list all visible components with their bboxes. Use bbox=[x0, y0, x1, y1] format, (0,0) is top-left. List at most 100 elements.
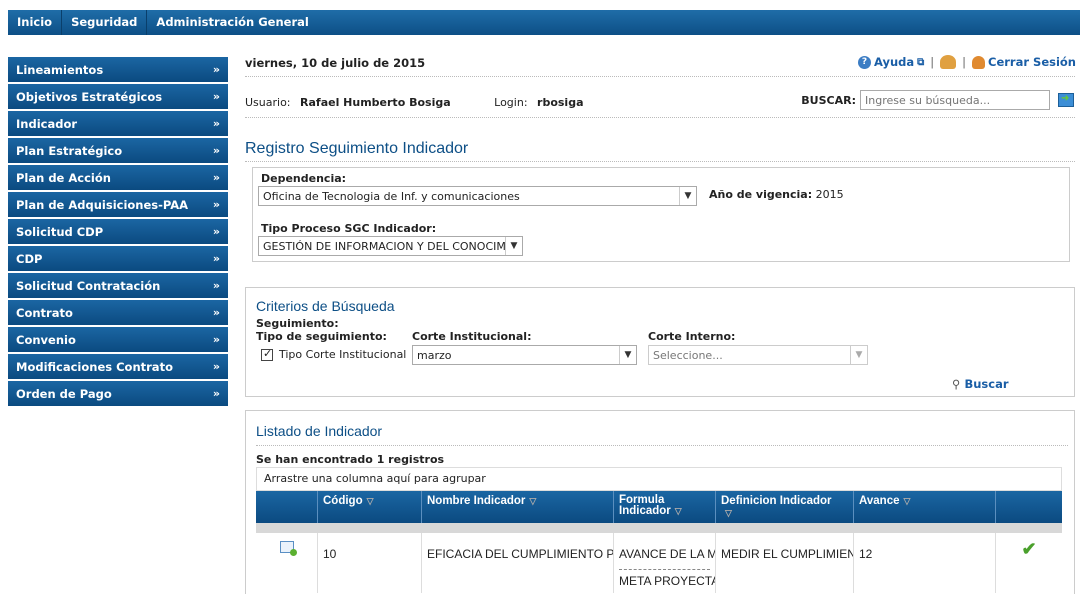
grid-cell-formula: AVANCE DE LA M META PROYECTA bbox=[614, 533, 716, 593]
sidebar-item-contrato[interactable]: Contrato » bbox=[8, 300, 228, 325]
top-links: ? Ayuda ⧉ | | Cerrar Sesión bbox=[857, 55, 1076, 69]
sidebar-item-orden-pago[interactable]: Orden de Pago » bbox=[8, 381, 228, 406]
records-count: Se han encontrado 1 registros bbox=[256, 453, 445, 466]
vigencia: Año de vigencia: 2015 bbox=[709, 188, 844, 201]
grid-cell-action bbox=[256, 533, 318, 593]
tipo-corte-checkbox[interactable] bbox=[261, 347, 273, 361]
divider bbox=[245, 161, 1075, 162]
group-panel[interactable]: Arrastre una columna aquí para agrupar bbox=[256, 467, 1062, 491]
grid-filter-row bbox=[256, 523, 1062, 533]
chevron-down-icon: ▼ bbox=[679, 187, 696, 205]
tipo-proceso-label: Tipo Proceso SGC Indicador: bbox=[261, 222, 437, 235]
logout-label: Cerrar Sesión bbox=[988, 55, 1076, 69]
grid-cell-codigo: 10 bbox=[318, 533, 422, 593]
indicador-grid: Código ▽ Nombre Indicador ▽ Formula Indica… bbox=[256, 491, 1062, 593]
grid-col-formula[interactable]: Formula Indicador ▽ bbox=[614, 491, 716, 523]
chevron-down-icon: » bbox=[212, 225, 220, 238]
sidebar-item-label: Solicitud CDP bbox=[16, 224, 104, 239]
sidebar-item-solicitud-cdp[interactable]: Solicitud CDP » bbox=[8, 219, 228, 244]
formula-divider bbox=[619, 569, 710, 570]
col-label: Formula Indicador bbox=[619, 494, 671, 517]
corte-institucional-label: Corte Institucional: bbox=[412, 330, 532, 343]
login-label: Login: bbox=[494, 96, 528, 109]
search-input[interactable] bbox=[860, 90, 1050, 110]
corte-interno-label: Corte Interno: bbox=[648, 330, 736, 343]
sidebar-item-label: Plan Estratégico bbox=[16, 143, 123, 158]
user-icon bbox=[972, 55, 986, 69]
nav-administracion-general[interactable]: Administración General bbox=[147, 10, 317, 35]
vigencia-label: Año de vigencia: bbox=[709, 188, 813, 201]
sidebar-item-indicador[interactable]: Indicador » bbox=[8, 111, 228, 136]
page-title: Registro Seguimiento Indicador bbox=[245, 140, 469, 157]
user-label: Usuario: bbox=[245, 96, 291, 109]
dependencia-label: Dependencia: bbox=[261, 172, 347, 185]
sidebar-item-label: Modificaciones Contrato bbox=[16, 359, 173, 374]
help-link[interactable]: ? Ayuda ⧉ bbox=[857, 55, 924, 69]
sidebar-item-cdp[interactable]: CDP » bbox=[8, 246, 228, 271]
search-go-icon[interactable] bbox=[1058, 93, 1074, 107]
dependencia-select[interactable]: Oficina de Tecnologia de Inf. y comunica… bbox=[258, 186, 697, 206]
sidebar-item-lineamientos[interactable]: Lineamientos » bbox=[8, 57, 228, 82]
divider bbox=[245, 76, 1075, 77]
tipo-corte-checkbox-row: Tipo Corte Institucional bbox=[261, 347, 407, 361]
checkmark-icon[interactable]: ✔ bbox=[1021, 539, 1036, 559]
corte-interno-select[interactable]: Seleccione... ▼ bbox=[648, 345, 868, 365]
chevron-down-icon: ▼ bbox=[850, 346, 867, 364]
col-label: Código bbox=[323, 495, 363, 507]
divider bbox=[245, 117, 1075, 118]
grid-col-nombre[interactable]: Nombre Indicador ▽ bbox=[422, 491, 614, 523]
sidebar-item-plan-accion[interactable]: Plan de Acción » bbox=[8, 165, 228, 190]
sidebar-item-objetivos[interactable]: Objetivos Estratégicos » bbox=[8, 84, 228, 109]
separator: | bbox=[962, 55, 967, 69]
col-label: Avance bbox=[859, 495, 900, 507]
sidebar-item-solicitud-contratacion[interactable]: Solicitud Contratación » bbox=[8, 273, 228, 298]
chevron-down-icon: » bbox=[212, 198, 220, 211]
chevron-down-icon: » bbox=[212, 144, 220, 157]
logout-link[interactable]: Cerrar Sesión bbox=[972, 55, 1076, 69]
grid-col-definicion[interactable]: Definicion Indicador ▽ bbox=[716, 491, 854, 523]
corte-interno-value: Seleccione... bbox=[653, 348, 723, 362]
filter-icon[interactable]: ▽ bbox=[725, 508, 732, 518]
separator: | bbox=[930, 55, 935, 69]
user-settings-icon[interactable] bbox=[940, 55, 957, 69]
grid-cell-avance: 12 bbox=[854, 533, 996, 593]
filter-icon[interactable]: ▽ bbox=[529, 496, 536, 506]
sidebar-item-label: Plan de Acción bbox=[16, 170, 111, 185]
chevron-down-icon: » bbox=[212, 252, 220, 265]
tipo-proceso-select[interactable]: GESTIÓN DE INFORMACION Y DEL CONOCIM ▼ bbox=[258, 236, 523, 256]
listado-title: Listado de Indicador bbox=[256, 423, 383, 439]
edit-record-icon[interactable] bbox=[279, 541, 297, 556]
top-navigation: Inicio Seguridad Administración General bbox=[8, 10, 1080, 35]
sidebar-item-label: Solicitud Contratación bbox=[16, 278, 161, 293]
filter-icon[interactable]: ▽ bbox=[675, 506, 682, 516]
filter-icon[interactable]: ▽ bbox=[904, 496, 911, 506]
sidebar-item-plan-adquisiciones[interactable]: Plan de Adquisiciones-PAA » bbox=[8, 192, 228, 217]
chevron-down-icon: » bbox=[212, 387, 220, 400]
divider bbox=[256, 445, 1068, 446]
buscar-button[interactable]: ⚲ Buscar bbox=[952, 377, 1009, 391]
nav-seguridad[interactable]: Seguridad bbox=[62, 10, 148, 35]
grid-col-action bbox=[256, 491, 318, 523]
sidebar-item-label: Convenio bbox=[16, 332, 76, 347]
chevron-down-icon: » bbox=[212, 306, 220, 319]
corte-institucional-select[interactable]: marzo ▼ bbox=[412, 345, 637, 365]
grid-col-codigo[interactable]: Código ▽ bbox=[318, 491, 422, 523]
table-row: 10 EFICACIA DEL CUMPLIMIENTO PE AVANCE D… bbox=[256, 533, 1062, 593]
sidebar-item-modificaciones[interactable]: Modificaciones Contrato » bbox=[8, 354, 228, 379]
chevron-down-icon: ▼ bbox=[505, 237, 522, 255]
col-label: Definicion Indicador bbox=[721, 495, 832, 507]
col-label: Nombre Indicador bbox=[427, 495, 526, 507]
grid-col-avance[interactable]: Avance ▽ bbox=[854, 491, 996, 523]
grid-cell-nombre: EFICACIA DEL CUMPLIMIENTO PE bbox=[422, 533, 614, 593]
help-icon: ? bbox=[857, 55, 871, 69]
grid-col-status bbox=[996, 491, 1062, 523]
filter-icon[interactable]: ▽ bbox=[367, 496, 374, 506]
sidebar-item-plan-estrategico[interactable]: Plan Estratégico » bbox=[8, 138, 228, 163]
nav-inicio[interactable]: Inicio bbox=[8, 10, 63, 35]
dependencia-value: Oficina de Tecnologia de Inf. y comunica… bbox=[263, 189, 520, 203]
tipo-corte-label: Tipo Corte Institucional bbox=[279, 348, 407, 361]
user-name: Rafael Humberto Bosiga bbox=[300, 96, 451, 109]
sidebar-item-convenio[interactable]: Convenio » bbox=[8, 327, 228, 352]
tipo-proceso-value: GESTIÓN DE INFORMACION Y DEL CONOCIM bbox=[263, 239, 506, 253]
sidebar-item-label: Orden de Pago bbox=[16, 386, 112, 401]
